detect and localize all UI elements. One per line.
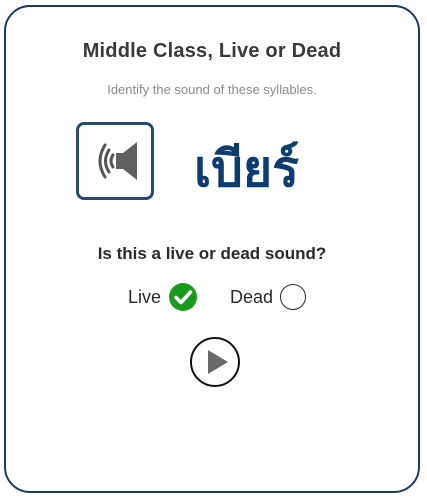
play-audio-button[interactable] — [76, 122, 154, 200]
next-play-button[interactable] — [190, 337, 240, 387]
option-dead-label: Dead — [230, 286, 274, 307]
exercise-card: Middle Class, Live or Dead Identify the … — [4, 5, 420, 493]
speaker-icon — [98, 142, 137, 180]
option-dead[interactable]: Dead — [230, 280, 307, 314]
radio-circle-icon[interactable] — [280, 284, 307, 310]
exercise-title: Middle Class, Live or Dead — [82, 40, 342, 62]
exercise-instructions: Identify the sound of these syllables. — [107, 82, 317, 97]
thai-syllable: เบียร์ — [194, 140, 299, 198]
play-icon — [208, 350, 228, 374]
option-live[interactable]: Live — [128, 280, 198, 314]
check-icon[interactable] — [168, 282, 198, 312]
option-live-label: Live — [128, 286, 162, 307]
question-text: Is this a live or dead sound? — [97, 244, 327, 263]
